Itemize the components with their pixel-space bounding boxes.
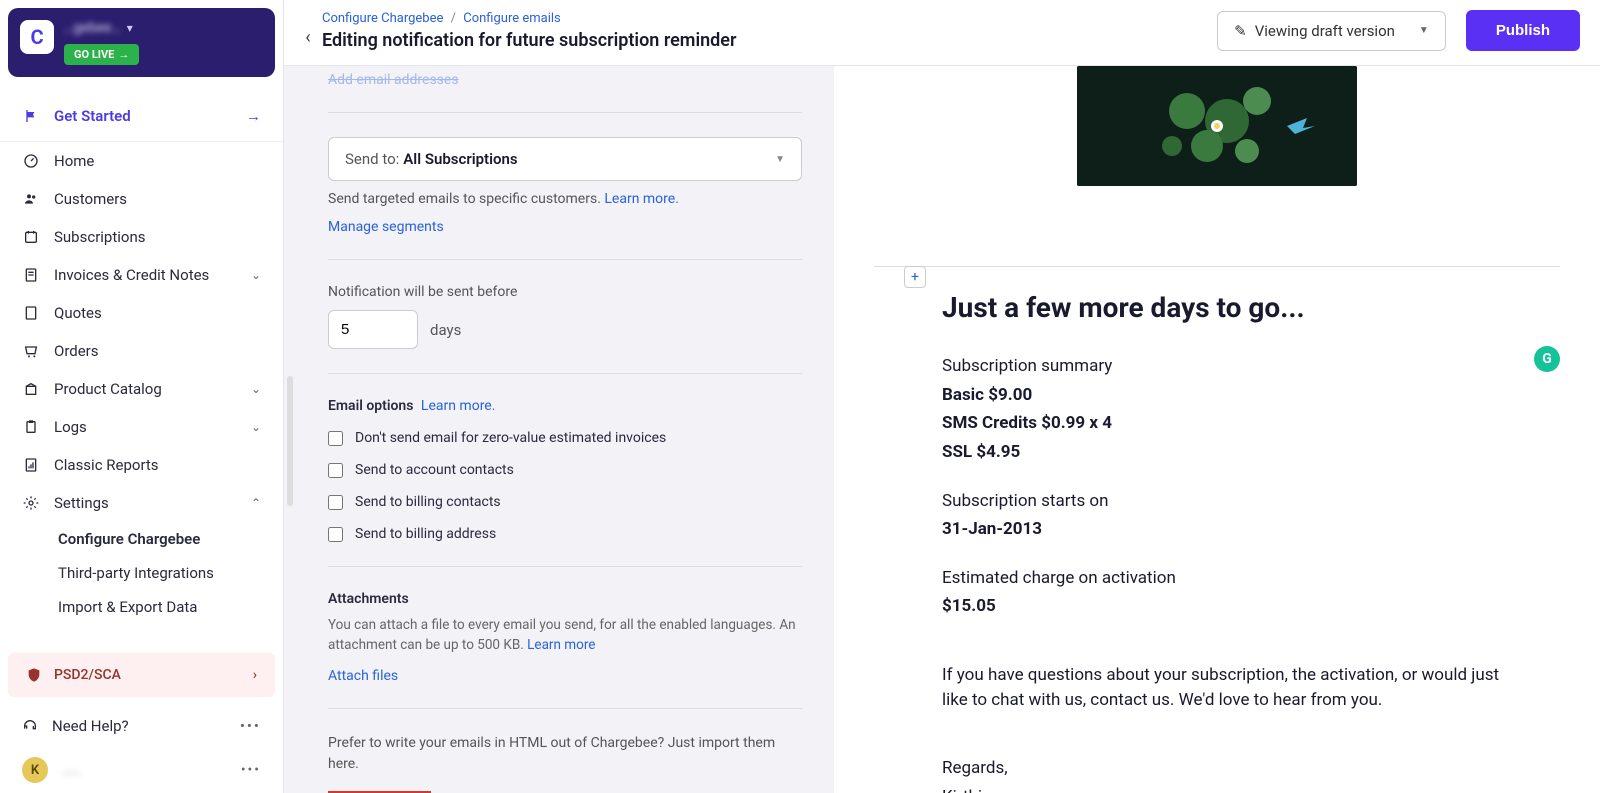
notify-days-input[interactable] — [328, 310, 418, 349]
summary-line: Basic $9.00 — [942, 383, 1522, 408]
reports-icon — [22, 456, 40, 474]
chevron-down-icon: ⌄ — [251, 268, 261, 282]
attachments-heading: Attachments — [328, 591, 802, 607]
chevron-down-icon: ⌄ — [251, 420, 261, 434]
dashboard-icon — [22, 152, 40, 170]
chevron-right-icon: › — [253, 667, 257, 683]
learn-more-link[interactable]: Learn more — [527, 637, 595, 653]
nav-subscriptions[interactable]: Subscriptions — [0, 218, 283, 256]
add-email-link[interactable]: Add email addresses — [328, 72, 459, 88]
nav-product-catalog[interactable]: Product Catalog ⌄ — [0, 370, 283, 408]
calendar-refresh-icon — [22, 228, 40, 246]
pencil-icon: ✎ — [1234, 22, 1247, 40]
opt-billing-address[interactable]: Send to billing address — [328, 526, 802, 542]
people-icon — [22, 190, 40, 208]
chargebee-logo: C — [20, 20, 54, 54]
send-to-hint: Send targeted emails to specific custome… — [328, 191, 802, 207]
publish-button[interactable]: Publish — [1466, 10, 1580, 51]
version-dropdown[interactable]: ✎ Viewing draft version ▼ — [1217, 11, 1446, 51]
nav-get-started[interactable]: Get Started → — [0, 91, 283, 142]
arrow-right-icon: → — [118, 48, 129, 61]
nav-import-export[interactable]: Import & Export Data — [0, 590, 283, 624]
tenant-switcher[interactable]: C …gebee… ▾ GO LIVE → — [8, 8, 275, 77]
notify-before-label: Notification will be sent before — [328, 284, 802, 300]
nav-invoices[interactable]: Invoices & Credit Notes ⌄ — [0, 256, 283, 294]
add-block-button[interactable]: + — [904, 266, 926, 288]
crumb-configure-emails[interactable]: Configure emails — [463, 11, 561, 26]
preview-divider: + — [874, 266, 1560, 267]
starts-label: Subscription starts on — [942, 489, 1522, 514]
more-icon[interactable]: ••• — [240, 717, 261, 735]
back-button[interactable]: ‹ — [294, 13, 322, 48]
headset-icon — [22, 718, 38, 734]
package-icon — [22, 380, 40, 398]
scrollbar[interactable] — [287, 376, 293, 506]
grammarly-icon[interactable]: G — [1534, 346, 1560, 372]
summary-line: SSL $4.95 — [942, 440, 1522, 465]
sidebar: C …gebee… ▾ GO LIVE → Get Started → — [0, 0, 284, 793]
signer: Kirthiga — [942, 785, 1522, 793]
nav-settings[interactable]: Settings ⌃ — [0, 484, 283, 522]
chevron-up-icon: ⌃ — [251, 496, 261, 510]
regards: Regards, — [942, 756, 1522, 781]
estimated-label: Estimated charge on activation — [942, 566, 1522, 591]
flag-icon — [22, 107, 40, 125]
nav-customers[interactable]: Customers — [0, 180, 283, 218]
nav-classic-reports[interactable]: Classic Reports — [0, 446, 283, 484]
nav-orders[interactable]: Orders — [0, 332, 283, 370]
summary-line: SMS Credits $0.99 x 4 — [942, 411, 1522, 436]
summary-label: Subscription summary — [942, 354, 1522, 379]
breadcrumb: Configure Chargebee / Configure emails — [322, 11, 736, 26]
avatar: K — [22, 757, 48, 783]
contact-text: If you have questions about your subscri… — [942, 663, 1522, 712]
estimated-value: $15.05 — [942, 594, 1522, 619]
opt-account-contacts[interactable]: Send to account contacts — [328, 462, 802, 478]
crumb-configure-chargebee[interactable]: Configure Chargebee — [322, 11, 443, 26]
tenant-name: …gebee… — [64, 20, 121, 36]
quote-icon — [22, 304, 40, 322]
chevron-down-icon: ⌄ — [251, 382, 261, 396]
attach-files-link[interactable]: Attach files — [328, 668, 398, 684]
opt-zero-value[interactable]: Don't send email for zero-value estimate… — [328, 430, 802, 446]
cart-icon — [22, 342, 40, 360]
nav-configure-chargebee[interactable]: Configure Chargebee — [0, 522, 283, 556]
nav-third-party[interactable]: Third-party Integrations — [0, 556, 283, 590]
send-to-select[interactable]: Send to: All Subscriptions ▼ — [328, 137, 802, 181]
hero-image — [1077, 66, 1357, 186]
need-help[interactable]: Need Help? ••• — [0, 705, 283, 747]
go-live-button[interactable]: GO LIVE → — [64, 44, 139, 65]
shield-icon — [26, 667, 42, 683]
import-prefer-text: Prefer to write your emails in HTML out … — [328, 733, 802, 775]
psd2-sca-banner[interactable]: PSD2/SCA › — [8, 653, 275, 697]
chevron-down-icon: ▼ — [1419, 25, 1429, 36]
clipboard-icon — [22, 418, 40, 436]
email-heading: Just a few more days to go... — [942, 291, 1522, 324]
settings-panel: Add email addresses Send to: All Subscri… — [284, 66, 834, 793]
nav-quotes[interactable]: Quotes — [0, 294, 283, 332]
opt-billing-contacts[interactable]: Send to billing contacts — [328, 494, 802, 510]
manage-segments-link[interactable]: Manage segments — [328, 219, 444, 235]
learn-more-link[interactable]: Learn more. — [604, 191, 679, 207]
gear-icon — [22, 494, 40, 512]
user-menu[interactable]: K …… ••• — [0, 747, 283, 793]
chevron-down-icon: ▼ — [775, 154, 785, 165]
nav-logs[interactable]: Logs ⌄ — [0, 408, 283, 446]
learn-more-link[interactable]: Learn more. — [421, 398, 496, 414]
topbar: ‹ Configure Chargebee / Configure emails… — [284, 0, 1600, 66]
chevron-down-icon: ▾ — [127, 21, 133, 35]
invoice-icon — [22, 266, 40, 284]
email-options-heading: Email options Learn more. — [328, 398, 802, 414]
starts-date: 31-Jan-2013 — [942, 517, 1522, 542]
attachments-desc: You can attach a file to every email you… — [328, 615, 802, 656]
nav-home[interactable]: Home — [0, 142, 283, 180]
arrow-right-icon: → — [246, 107, 261, 125]
email-preview: + G Just a few more days to go... Subscr… — [834, 66, 1600, 793]
more-icon[interactable]: ••• — [241, 762, 261, 778]
page-title: Editing notification for future subscrip… — [322, 30, 736, 51]
